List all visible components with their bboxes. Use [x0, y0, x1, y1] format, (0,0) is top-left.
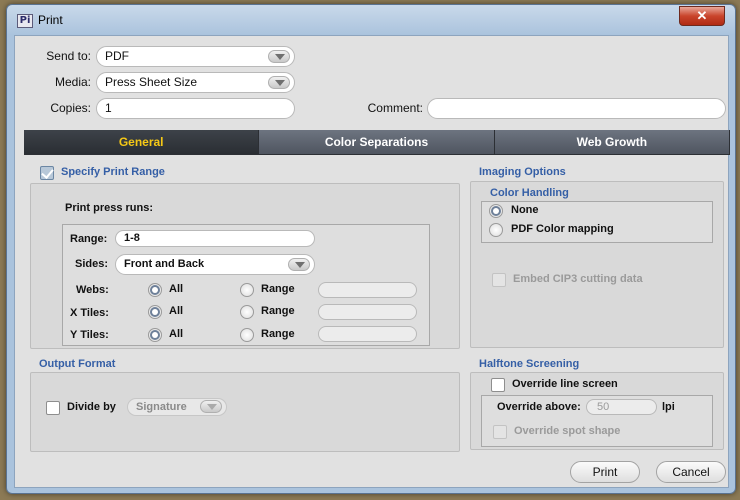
y-tiles-range-input[interactable] [318, 326, 417, 342]
tab-general[interactable]: General [24, 130, 260, 154]
send-to-label: Send to: [46, 49, 91, 63]
override-spot-shape-label: Override spot shape [514, 425, 621, 437]
output-format-title: Output Format [39, 358, 116, 370]
print-dialog-window: Pi Print ✕ Send to: PDF Media: Press She… [6, 4, 736, 494]
cancel-button[interactable]: Cancel [656, 461, 726, 483]
override-above-input[interactable]: 50 [586, 399, 657, 415]
print-range-panel: Print press runs: Range: 1-8 Sides: Fron… [30, 183, 460, 349]
comment-input[interactable] [427, 98, 726, 119]
comment-label: Comment: [367, 101, 423, 115]
output-format-panel: Divide by Signature [30, 372, 460, 452]
x-tiles-all-label: All [169, 305, 184, 317]
press-runs-box: Range: 1-8 Sides: Front and Back Webs: A… [62, 224, 430, 346]
sides-select[interactable]: Front and Back [115, 254, 315, 275]
print-press-runs-label: Print press runs: [65, 202, 154, 214]
y-tiles-all-radio[interactable] [148, 328, 162, 342]
chevron-down-icon [268, 76, 290, 89]
copies-label: Copies: [50, 101, 91, 115]
tab-color-separations[interactable]: Color Separations [259, 130, 495, 154]
pdf-color-mapping-radio[interactable] [489, 223, 503, 237]
range-input[interactable]: 1-8 [115, 230, 315, 247]
webs-all-label: All [169, 283, 184, 295]
override-spot-shape-checkbox[interactable] [493, 425, 507, 439]
divide-by-value: Signature [136, 401, 187, 413]
override-line-screen-checkbox[interactable] [491, 378, 505, 392]
embed-cip3-checkbox[interactable] [492, 273, 506, 287]
color-none-label: None [511, 204, 539, 216]
webs-label: Webs: [76, 284, 109, 296]
specify-print-range-label: Specify Print Range [61, 166, 165, 178]
divide-by-label: Divide by [67, 401, 116, 413]
webs-range-input[interactable] [318, 282, 417, 298]
webs-range-radio[interactable] [240, 283, 254, 297]
title-bar[interactable]: Pi Print ✕ [7, 5, 735, 35]
color-none-radio[interactable] [489, 204, 503, 218]
divide-by-checkbox[interactable] [46, 401, 60, 415]
x-tiles-range-radio[interactable] [240, 305, 254, 319]
window-title: Print [38, 13, 63, 27]
print-button[interactable]: Print [570, 461, 640, 483]
y-tiles-all-label: All [169, 328, 184, 340]
app-icon: Pi [17, 14, 33, 28]
override-above-label: Override above: [497, 401, 581, 413]
chevron-down-icon [288, 258, 310, 271]
send-to-value: PDF [105, 49, 129, 63]
tab-bar: General Color Separations Web Growth [24, 130, 730, 155]
sides-label: Sides: [75, 258, 109, 270]
media-label: Media: [54, 75, 91, 89]
override-box: Override above: 50 lpi Override spot sha… [481, 395, 713, 447]
close-button[interactable]: ✕ [679, 6, 725, 26]
embed-cip3-label: Embed CIP3 cutting data [513, 273, 643, 285]
range-label: Range: [70, 233, 108, 245]
x-tiles-range-label: Range [261, 305, 295, 317]
tab-web-growth[interactable]: Web Growth [494, 130, 730, 154]
x-tiles-label: X Tiles: [70, 307, 109, 319]
chevron-down-icon [268, 50, 290, 63]
color-handling-box: None PDF Color mapping [481, 201, 713, 243]
specify-print-range-checkbox[interactable] [40, 166, 54, 180]
dialog-body: Send to: PDF Media: Press Sheet Size Cop… [14, 35, 730, 488]
x-tiles-range-input[interactable] [318, 304, 417, 320]
close-icon: ✕ [696, 8, 708, 23]
y-tiles-range-label: Range [261, 328, 295, 340]
y-tiles-range-radio[interactable] [240, 328, 254, 342]
imaging-options-panel: Color Handling None PDF Color mapping Em… [470, 181, 724, 348]
x-tiles-all-radio[interactable] [148, 305, 162, 319]
chevron-down-icon [200, 400, 222, 413]
media-select[interactable]: Press Sheet Size [96, 72, 295, 93]
y-tiles-label: Y Tiles: [70, 329, 109, 341]
divide-by-select[interactable]: Signature [127, 398, 227, 416]
halftone-screening-title: Halftone Screening [479, 358, 580, 370]
media-value: Press Sheet Size [105, 75, 198, 89]
lpi-label: lpi [662, 401, 675, 413]
override-line-screen-label: Override line screen [512, 378, 618, 390]
copies-input[interactable]: 1 [96, 98, 295, 119]
sides-value: Front and Back [124, 258, 205, 270]
send-to-select[interactable]: PDF [96, 46, 295, 67]
webs-range-label: Range [261, 283, 295, 295]
color-handling-title: Color Handling [490, 187, 569, 199]
halftone-panel: Override line screen Override above: 50 … [470, 372, 724, 450]
imaging-options-title: Imaging Options [479, 166, 566, 178]
webs-all-radio[interactable] [148, 283, 162, 297]
pdf-color-mapping-label: PDF Color mapping [511, 223, 614, 235]
